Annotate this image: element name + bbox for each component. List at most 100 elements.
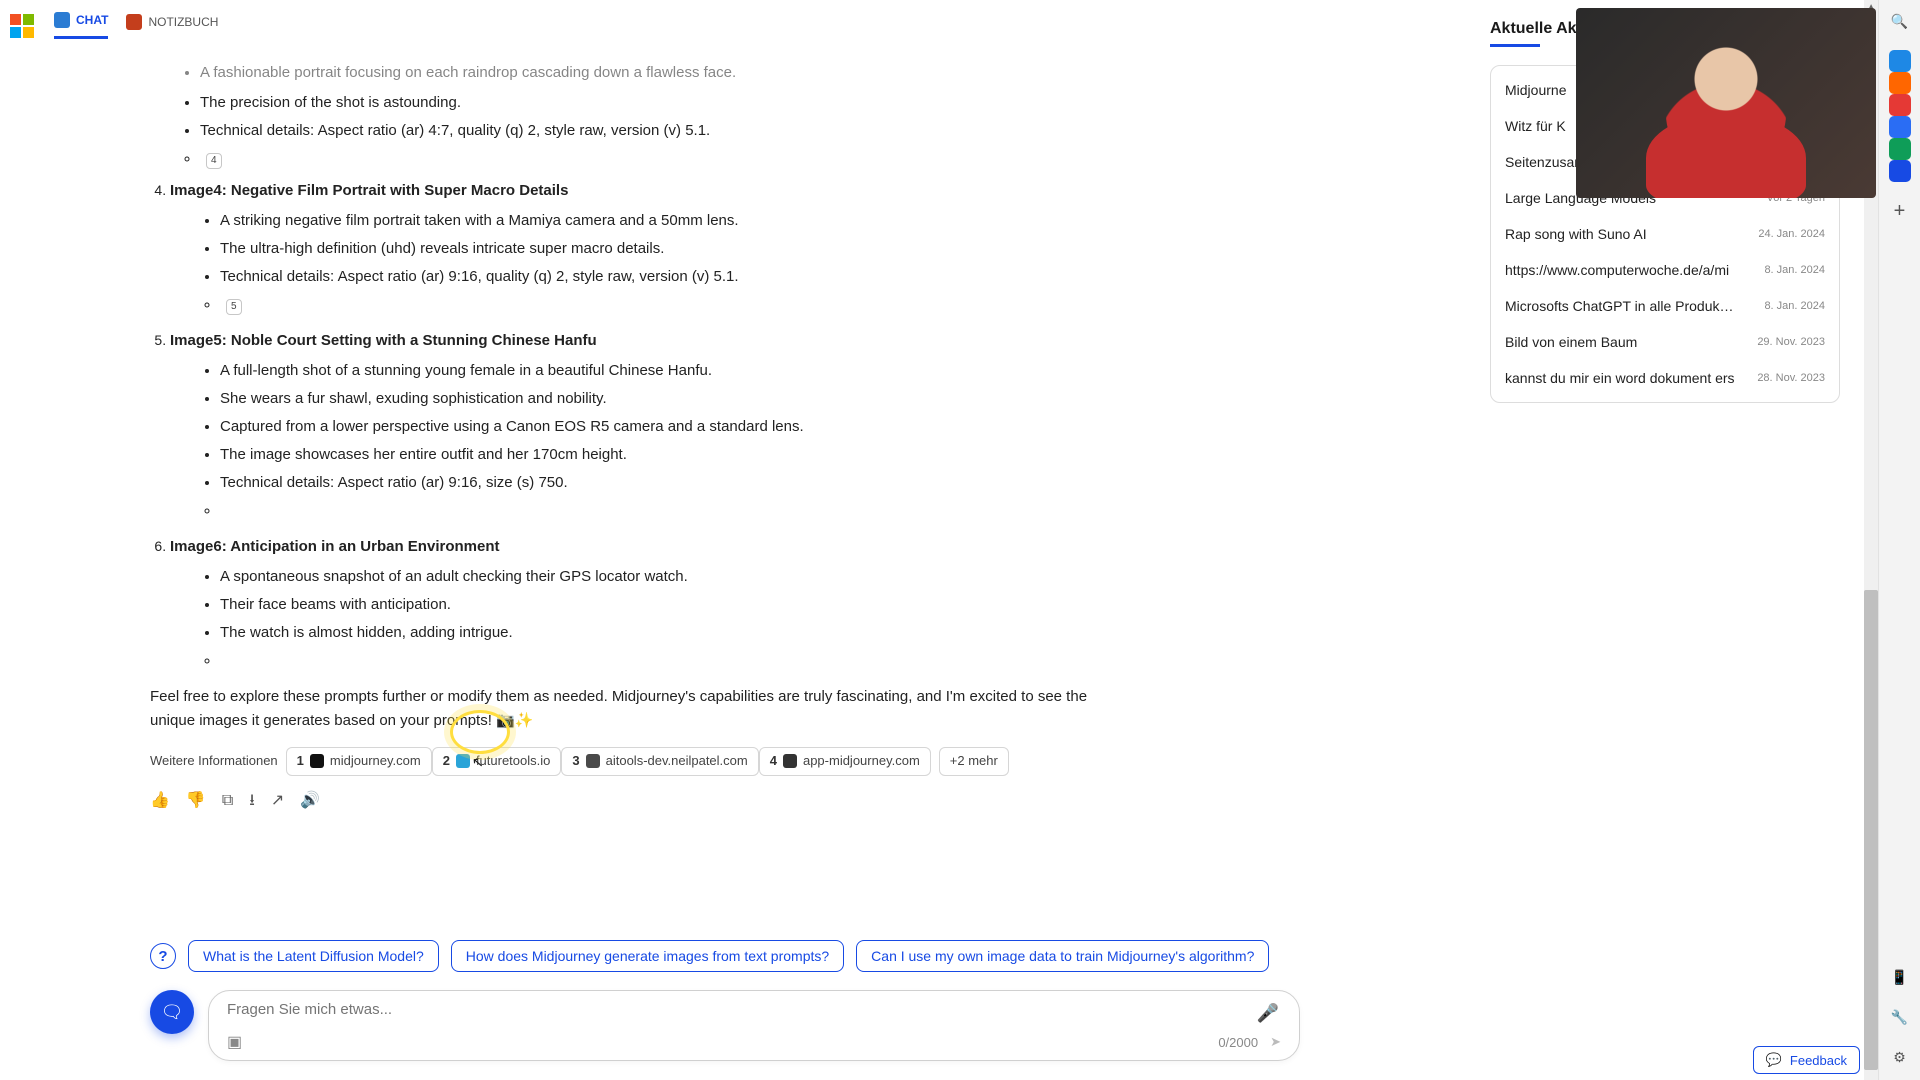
activity-name: kannst du mir ein word dokument ers (1505, 370, 1735, 386)
source-favicon-icon (310, 754, 324, 768)
sidebar-app-icon[interactable] (1889, 50, 1911, 72)
item5-title: Image5: Noble Court Setting with a Stunn… (170, 332, 597, 349)
suggestion-chip[interactable]: What is the Latent Diffusion Model? (188, 940, 439, 972)
sources-more[interactable]: +2 mehr (939, 747, 1009, 776)
source-num: 3 (572, 751, 579, 772)
activity-date: 8. Jan. 2024 (1764, 264, 1825, 276)
empty-bullet (220, 499, 1130, 523)
list-item: The watch is almost hidden, adding intri… (220, 621, 1130, 645)
chat-input[interactable] (227, 1001, 1176, 1018)
send-icon[interactable]: ➤ (1270, 1034, 1281, 1050)
feedback-button[interactable]: 💬 Feedback (1753, 1046, 1860, 1074)
mic-icon[interactable]: 🎤 (1257, 1003, 1279, 1024)
source-num: 2 (443, 751, 450, 772)
tab-notebook[interactable]: NOTIZBUCH (126, 12, 218, 39)
top-tabs: CHAT NOTIZBUCH (54, 12, 218, 39)
list-item: Technical details: Aspect ratio (ar) 4:7… (200, 119, 1130, 143)
image-attach-icon[interactable]: ▣ (227, 1032, 242, 1052)
browser-sidebar: 🔍 + 📱 🔧 ⚙ (1878, 0, 1920, 1080)
activity-row[interactable]: kannst du mir ein word dokument ers 28. N… (1491, 360, 1839, 396)
activity-name: Bild von einem Baum (1505, 334, 1637, 350)
sources-label: Weitere Informationen (150, 751, 278, 772)
sidebar-settings-icon[interactable]: ⚙ (1889, 1046, 1911, 1068)
source-favicon-icon (783, 754, 797, 768)
dislike-icon[interactable]: 👎 (186, 788, 206, 814)
suggestion-chip[interactable]: Can I use my own image data to train Mid… (856, 940, 1269, 972)
chat-response: A fashionable portrait focusing on each … (150, 55, 1130, 813)
sidebar-add-icon[interactable]: + (1889, 200, 1911, 222)
chat-input-box: 🎤 ▣ 0/2000 ➤ (208, 990, 1300, 1061)
sidebar-phone-icon[interactable]: 📱 (1889, 966, 1911, 988)
sources-row: Weitere Informationen 1 midjourney.com2 … (150, 747, 1130, 776)
feedback-label: Feedback (1790, 1053, 1847, 1068)
suggestion-chip[interactable]: How does Midjourney generate images from… (451, 940, 844, 972)
source-num: 4 (770, 751, 777, 772)
sidebar-app-icon[interactable] (1889, 116, 1911, 138)
citation-5[interactable]: 5 (226, 299, 242, 315)
list-item: A fashionable portrait focusing on each … (200, 61, 1130, 85)
activity-date: 8. Jan. 2024 (1764, 300, 1825, 312)
microsoft-logo (10, 14, 34, 38)
citation-4[interactable]: 4 (206, 153, 222, 169)
source-chip[interactable]: 2 futuretools.io (432, 747, 562, 776)
activity-name: Witz für K (1505, 118, 1566, 134)
tab-chat[interactable]: CHAT (54, 12, 108, 39)
list-item: Technical details: Aspect ratio (ar) 9:1… (220, 471, 1130, 495)
like-icon[interactable]: 👍 (150, 788, 170, 814)
activity-row[interactable]: Microsofts ChatGPT in alle Produkte i 8. … (1491, 288, 1839, 324)
response-footer: Feel free to explore these prompts furth… (150, 685, 1130, 733)
list-item: The ultra-high definition (uhd) reveals … (220, 237, 1130, 261)
sidebar-app-icon[interactable] (1889, 94, 1911, 116)
suggestion-icon: ? (150, 943, 176, 969)
download-icon[interactable]: ⭳ (249, 788, 255, 814)
source-chip[interactable]: 4 app-midjourney.com (759, 747, 931, 776)
tab-notebook-label: NOTIZBUCH (148, 15, 218, 29)
sidebar-tools-icon[interactable]: 🔧 (1889, 1006, 1911, 1028)
char-counter: 0/2000 (1218, 1035, 1258, 1050)
input-area: 🗨 🎤 ▣ 0/2000 ➤ (150, 990, 1300, 1061)
list-item: The image showcases her entire outfit an… (220, 443, 1130, 467)
share-icon[interactable]: ↗ (271, 788, 284, 814)
notebook-icon (126, 14, 142, 30)
source-text: futuretools.io (476, 751, 550, 772)
source-num: 1 (297, 751, 304, 772)
source-chip[interactable]: 1 midjourney.com (286, 747, 432, 776)
webcam-overlay (1576, 8, 1876, 198)
source-chip[interactable]: 3 aitools-dev.neilpatel.com (561, 747, 758, 776)
feedback-icon: 💬 (1766, 1052, 1782, 1068)
activity-row[interactable]: https://www.computerwoche.de/a/mi 8. Jan.… (1491, 252, 1839, 288)
copy-icon[interactable]: ⧉ (222, 788, 233, 814)
item6-title: Image6: Anticipation in an Urban Environ… (170, 538, 499, 555)
list-item: A spontaneous snapshot of an adult check… (220, 565, 1130, 589)
source-favicon-icon (456, 754, 470, 768)
activity-date: 28. Nov. 2023 (1757, 372, 1825, 384)
read-aloud-icon[interactable]: 🔊 (300, 788, 320, 814)
sidebar-search-icon[interactable]: 🔍 (1889, 10, 1911, 32)
chat-icon (54, 12, 70, 28)
empty-bullet (220, 649, 1130, 673)
scrollbar-thumb[interactable] (1864, 590, 1878, 1070)
source-text: app-midjourney.com (803, 751, 920, 772)
activity-row[interactable]: Rap song with Suno AI24. Jan. 2024 (1491, 216, 1839, 252)
tab-chat-label: CHAT (76, 13, 108, 27)
source-favicon-icon (586, 754, 600, 768)
item4-title: Image4: Negative Film Portrait with Supe… (170, 182, 568, 199)
list-item: Technical details: Aspect ratio (ar) 9:1… (220, 265, 1130, 289)
new-topic-button[interactable]: 🗨 (150, 990, 194, 1034)
list-item: Their face beams with anticipation. (220, 593, 1130, 617)
activity-row[interactable]: Bild von einem Baum 29. Nov. 2023 (1491, 324, 1839, 360)
list-item: The precision of the shot is astounding. (200, 91, 1130, 115)
list-item: A striking negative film portrait taken … (220, 209, 1130, 233)
sidebar-app-icon[interactable] (1889, 138, 1911, 160)
activity-name: Rap song with Suno AI (1505, 226, 1647, 242)
sidebar-app-icon[interactable] (1889, 72, 1911, 94)
suggestion-row: ? What is the Latent Diffusion Model? How… (150, 940, 1269, 972)
citation-row: 4 (200, 147, 1130, 171)
activity-date: 29. Nov. 2023 (1757, 336, 1825, 348)
activity-name: Midjourne (1505, 82, 1566, 98)
person-face (1666, 43, 1786, 163)
activity-title-underline (1490, 44, 1540, 47)
activity-name: Microsofts ChatGPT in alle Produkte i (1505, 298, 1735, 314)
sidebar-app-icon[interactable] (1889, 160, 1911, 182)
activity-name: https://www.computerwoche.de/a/mi (1505, 262, 1729, 278)
